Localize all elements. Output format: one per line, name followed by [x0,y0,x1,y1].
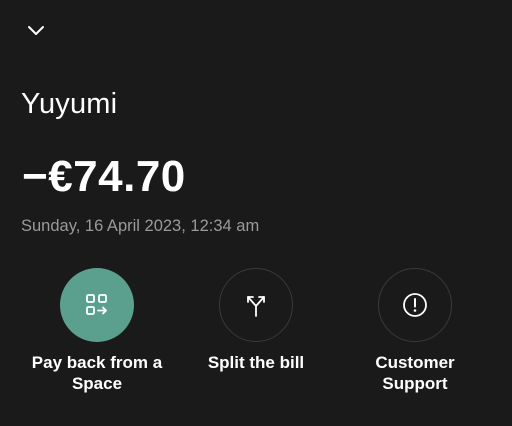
pay-back-label: Pay back from a Space [31,353,163,393]
split-bill-icon-circle [219,268,293,342]
split-bill-label: Split the bill [207,353,305,372]
split-bill-button[interactable]: Split the bill [176,268,336,373]
chevron-down-icon [28,26,44,35]
collapse-button[interactable] [22,18,50,44]
transaction-amount: −€74.70 [22,152,186,201]
transaction-datetime: Sunday, 16 April 2023, 12:34 am [21,217,260,235]
pay-back-from-space-button[interactable]: Pay back from a Space [17,268,177,394]
customer-support-label: Customer Support [375,353,455,393]
pay-back-icon-circle [60,268,134,342]
merchant-name: Yuyumi [21,88,118,120]
customer-support-button[interactable]: Customer Support [335,268,495,394]
exclamation-circle-icon [403,293,427,317]
space-transfer-icon [86,294,107,315]
split-arrows-icon [247,296,265,317]
customer-support-icon-circle [378,268,452,342]
